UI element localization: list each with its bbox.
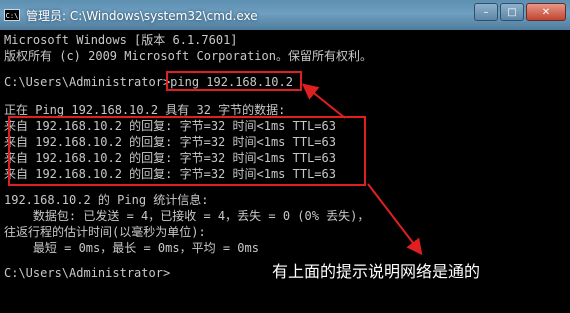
close-button[interactable]: ✕ bbox=[526, 3, 566, 21]
minimize-button[interactable]: – bbox=[474, 3, 498, 21]
window-controls: – □ ✕ bbox=[474, 3, 566, 21]
console-prompt: C:\Users\Administrator> bbox=[4, 266, 171, 280]
console-line: 192.168.10.2 的 Ping 统计信息: bbox=[4, 193, 209, 207]
cmd-window: C:\ 管理员: C:\Windows\system32\cmd.exe – □… bbox=[0, 0, 570, 313]
console-line: 版权所有 (c) 2009 Microsoft Corporation。保留所有… bbox=[4, 49, 372, 63]
console-line: 往返行程的估计时间(以毫秒为单位): bbox=[4, 225, 206, 239]
command-highlight-box bbox=[166, 71, 302, 91]
console-line: 最短 = 0ms，最长 = 0ms，平均 = 0ms bbox=[4, 241, 259, 255]
replies-highlight-box bbox=[8, 116, 366, 186]
title-bar[interactable]: C:\ 管理员: C:\Windows\system32\cmd.exe – □… bbox=[0, 0, 570, 30]
cmd-icon: C:\ bbox=[4, 9, 20, 21]
console-line: 数据包: 已发送 = 4，已接收 = 4，丢失 = 0 (0% 丢失)， bbox=[4, 209, 370, 223]
console-line: Microsoft Windows [版本 6.1.7601] bbox=[4, 33, 238, 47]
window-title: 管理员: C:\Windows\system32\cmd.exe bbox=[26, 8, 258, 23]
annotation-text: 有上面的提示说明网络是通的 bbox=[272, 262, 481, 281]
maximize-button[interactable]: □ bbox=[500, 3, 524, 21]
